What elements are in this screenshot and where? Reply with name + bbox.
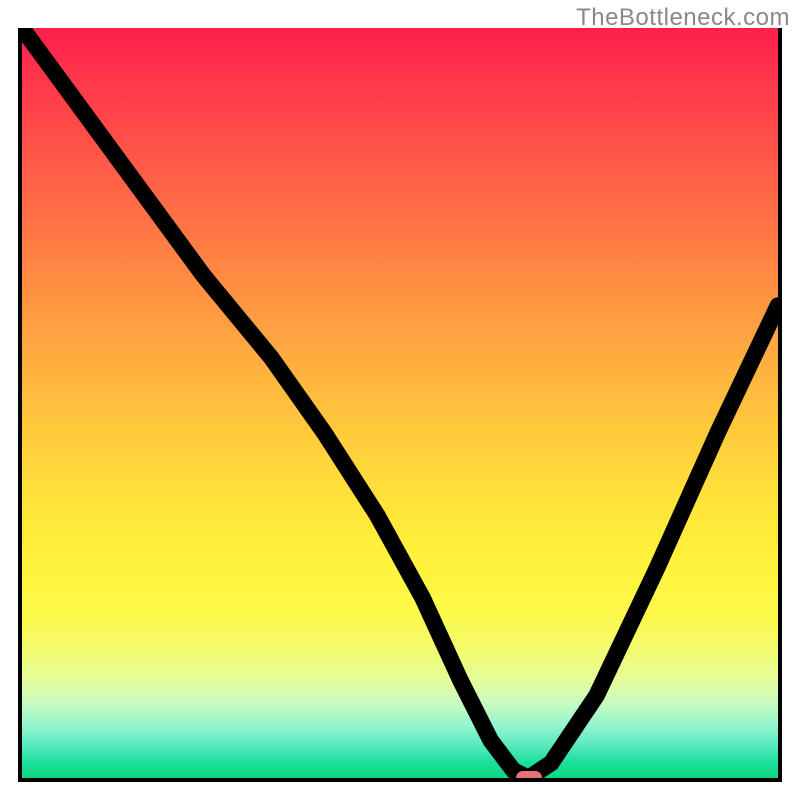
optimal-marker [516,771,542,782]
bottleneck-curve [22,28,778,778]
plot-area [18,28,782,782]
chart-frame: TheBottleneck.com [0,0,800,800]
curve-svg [22,28,778,778]
